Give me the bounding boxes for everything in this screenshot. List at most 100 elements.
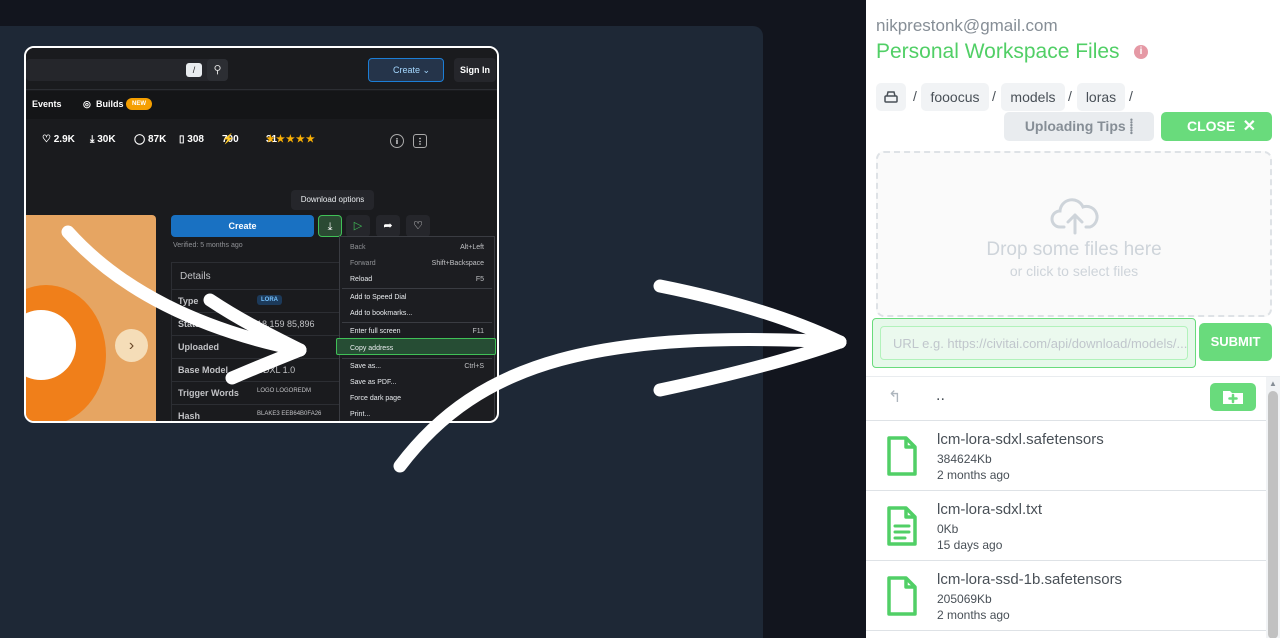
stat-bolt: ⚡ 700 [222, 134, 239, 145]
context-item: Enter full screen [350, 328, 401, 335]
breadcrumb-separator: / [913, 88, 917, 104]
context-shortcut: F5 [475, 276, 484, 283]
url-input[interactable] [880, 326, 1188, 360]
globe-icon: ◎ [83, 99, 91, 109]
file-size: 205069Kb [937, 592, 992, 606]
details-row: Trigger Words LOGO LOGOREDM [172, 382, 345, 405]
context-item: Force dark page [350, 395, 401, 402]
civitai-screenshot: / ⚲ Create ⌄ Sign In Events ◎ Builds NEW… [24, 46, 499, 423]
uploading-tips-button[interactable]: Uploading Tips ⸽ [1004, 112, 1154, 141]
dropzone-text: Drop some files here [986, 239, 1162, 260]
context-divider [342, 288, 492, 289]
file-list: ↰ .. lcm-lora-sdxl.safetensors 384624Kb … [866, 376, 1280, 638]
context-item: Add to Speed Dial [350, 294, 407, 301]
page-title: Personal Workspace Files [876, 40, 1120, 63]
stat-likes: ♡ 2.9K [42, 134, 75, 145]
rating-stars: ★★★★★ [266, 134, 316, 145]
screenshot-topbar: / ⚲ Create ⌄ Sign In [26, 48, 497, 90]
cloud-upload-icon [1050, 198, 1099, 235]
details-row: Stats 18,159 85,896 [172, 313, 345, 336]
info-icon: i [390, 134, 404, 148]
screenshot-create-button: Create ⌄ [368, 58, 444, 82]
file-name: lcm-lora-ssd-1b.safetensors [937, 571, 1123, 588]
file-size: 0Kb [937, 522, 959, 536]
url-input-highlight [872, 318, 1196, 368]
uploading-tips-label: Uploading Tips [1024, 118, 1126, 134]
breadcrumb-item-models[interactable]: models [1001, 83, 1065, 111]
context-shortcut: Alt+Left [460, 244, 484, 251]
close-label: CLOSE [1187, 118, 1236, 134]
info-icon[interactable]: i [1134, 45, 1148, 59]
file-date: 2 months ago [937, 468, 1010, 482]
file-icon [887, 436, 917, 476]
drive-icon[interactable] [876, 83, 906, 111]
new-badge: NEW [126, 98, 152, 110]
screenshot-search: / [26, 59, 228, 81]
close-icon: ✕ [1242, 118, 1256, 135]
file-icon [887, 576, 917, 616]
context-item: Back [350, 244, 366, 251]
new-folder-button[interactable] [1210, 383, 1256, 411]
search-icon: ⚲ [207, 59, 228, 81]
file-row[interactable]: lcm-lora-ssd-1b.safetensors 205069Kb 2 m… [866, 561, 1266, 631]
details-table: Details Type LORA Stats 18,159 85,896 Uplo… [171, 262, 346, 421]
context-shortcut: Shift+Backspace [431, 260, 484, 267]
context-divider [342, 358, 492, 359]
parent-directory-row[interactable]: ↰ .. [866, 377, 1266, 421]
model-preview-image: › [26, 215, 156, 421]
details-row: Uploaded [172, 336, 345, 359]
share-icon: ➦ [376, 215, 400, 237]
file-row[interactable]: lcm-lora-sdxl.txt 0Kb 15 days ago [866, 491, 1266, 561]
context-item: Save as PDF... [350, 379, 397, 386]
screenshot-main-create: Create [171, 215, 314, 237]
search-shortcut: / [186, 63, 202, 77]
screenshot-subnav: Events ◎ Builds NEW [26, 91, 497, 119]
stat-downloads: ⤓ 30K [90, 134, 116, 145]
verified-text: Verified: 5 months ago [173, 242, 243, 249]
file-name: lcm-lora-sdxl.txt [937, 501, 1043, 518]
parent-directory-label: .. [936, 387, 945, 404]
nav-builds: Builds [96, 99, 124, 109]
details-row: Type LORA [172, 290, 345, 313]
nav-events: Events [32, 99, 62, 109]
workspace-panel: nikprestonk@gmail.com Personal Workspace… [866, 0, 1280, 638]
breadcrumb-separator: / [992, 88, 996, 104]
dropzone-subtext: or click to select files [1009, 263, 1139, 279]
bolt-icon: ⸽ [1129, 118, 1134, 134]
screenshot-create-label: Create [393, 65, 421, 75]
context-item: Reload [350, 276, 373, 283]
scroll-up-icon[interactable]: ▲ [1269, 379, 1277, 388]
breadcrumb-item-fooocus[interactable]: fooocus [921, 83, 989, 111]
context-item: Save as... [350, 363, 382, 370]
breadcrumb-separator: / [1068, 88, 1072, 104]
breadcrumb-separator: / [1129, 88, 1133, 104]
context-divider [342, 322, 492, 323]
play-icon: ▷ [346, 215, 370, 237]
back-arrow-icon[interactable]: ↰ [888, 387, 901, 407]
context-shortcut: F11 [472, 328, 484, 335]
context-item: Forward [350, 260, 376, 267]
scrollbar[interactable]: ▲ [1266, 377, 1280, 638]
user-email: nikprestonk@gmail.com [876, 16, 1058, 35]
submit-button[interactable]: SUBMIT [1199, 323, 1272, 361]
context-item: Add to bookmarks... [350, 310, 413, 317]
breadcrumb-item-loras[interactable]: loras [1077, 83, 1125, 111]
file-row[interactable]: lcm-lora-sdxl.safetensors 384624Kb 2 mon… [866, 421, 1266, 491]
close-button[interactable]: CLOSE ✕ [1161, 112, 1272, 141]
stat-bookmarks: ▯ 308 [179, 134, 204, 145]
folder-plus-icon [1223, 391, 1243, 404]
file-name: lcm-lora-sdxl.safetensors [937, 431, 1104, 448]
file-date: 15 days ago [937, 538, 1003, 552]
download-tooltip: Download options [291, 190, 374, 210]
download-icon: ⤓ [318, 215, 342, 237]
heart-icon: ♡ [406, 215, 430, 237]
rating: ★★★★★ 31 [266, 134, 316, 145]
screenshot-signin-button: Sign In [454, 58, 496, 82]
scrollbar-thumb[interactable] [1268, 391, 1278, 638]
details-row: Hash BLAKE3 EEB64B0FA26 [172, 405, 345, 421]
details-row: Base Model SDXL 1.0 [172, 359, 345, 382]
file-date: 2 months ago [937, 608, 1010, 622]
text-file-icon [887, 506, 917, 546]
file-dropzone[interactable]: Drop some files here or click to select … [876, 151, 1272, 317]
context-item: Print... [350, 411, 371, 418]
